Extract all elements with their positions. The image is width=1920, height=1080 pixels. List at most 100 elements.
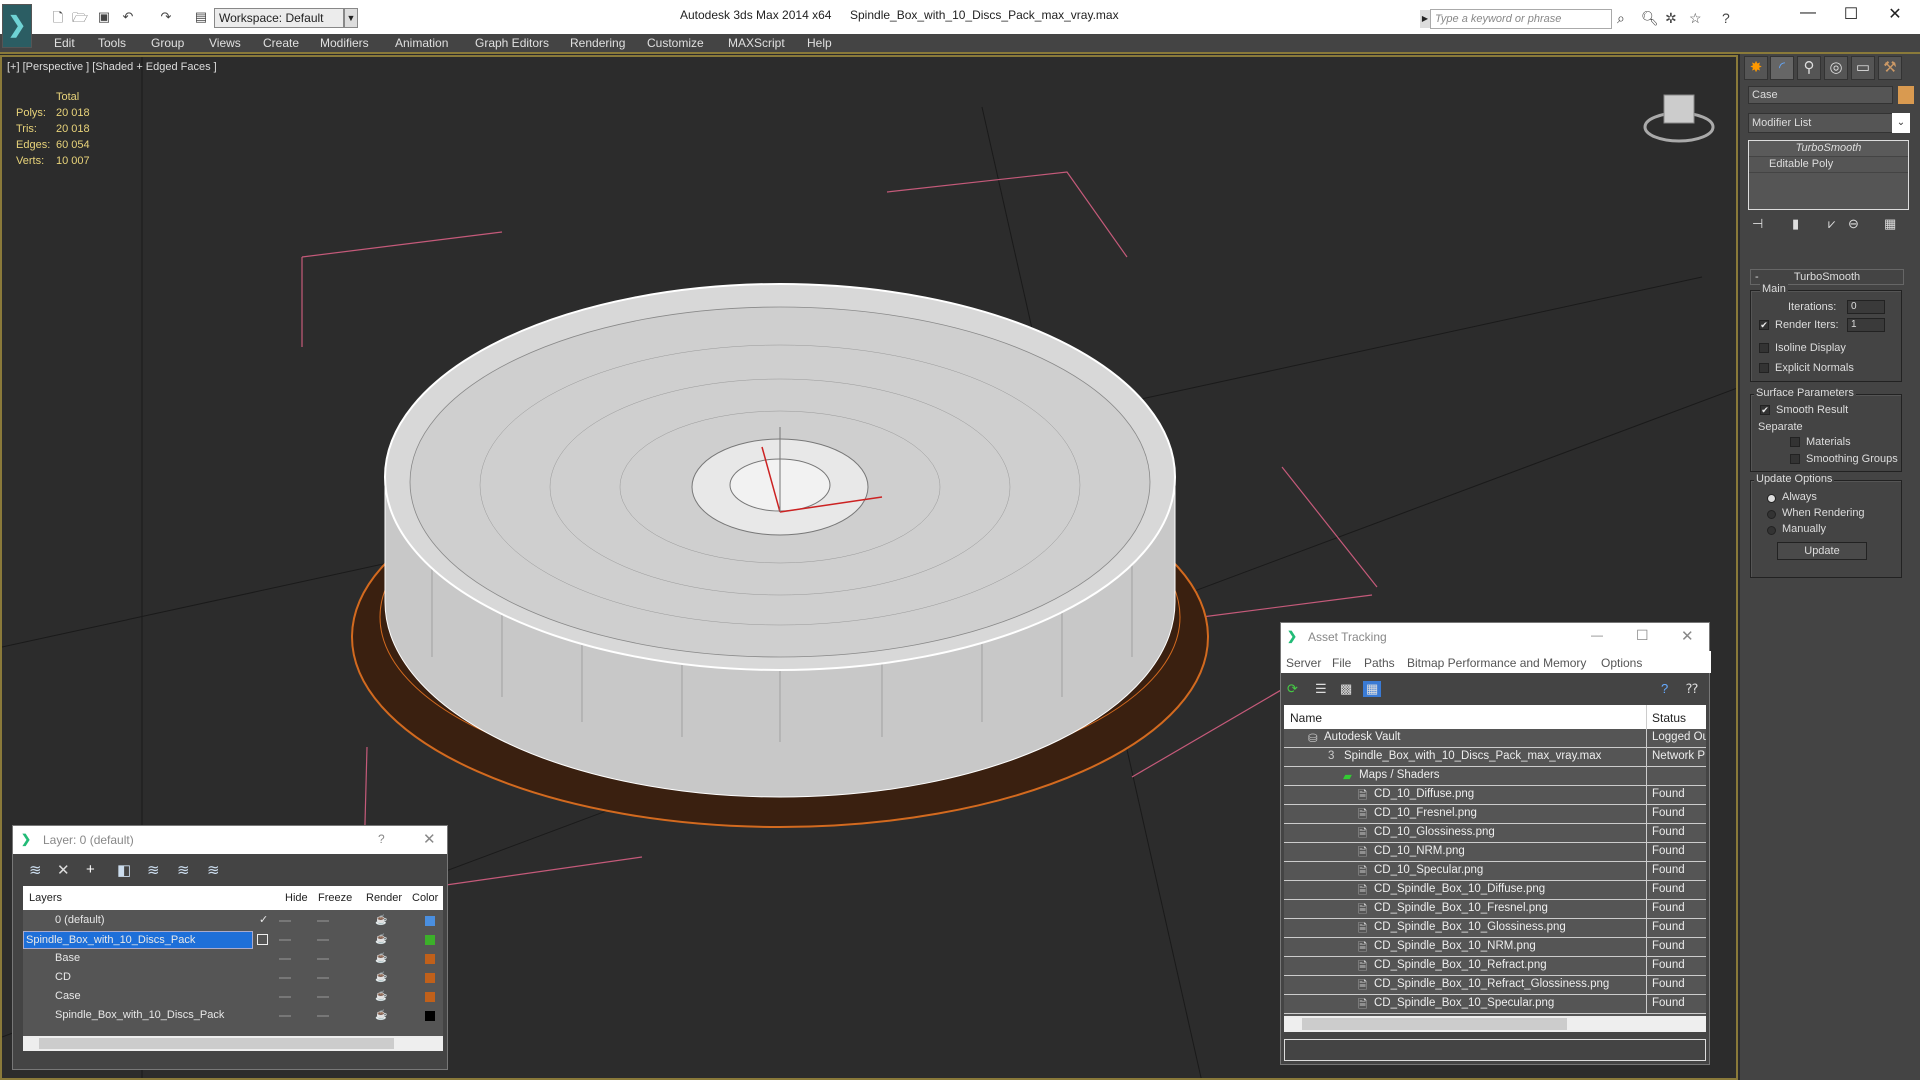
motion-tab-icon[interactable]: ◎	[1824, 56, 1848, 80]
thumbnail-view-icon[interactable]: ▩	[1340, 681, 1352, 697]
workspace-dropdown[interactable]: Workspace: Default	[214, 8, 344, 28]
col-hide[interactable]: Hide	[285, 892, 308, 904]
freeze-toggle[interactable]	[317, 977, 329, 979]
context-help-icon[interactable]: ⁇	[1686, 681, 1698, 697]
render-iters-checkbox[interactable]: ✔	[1759, 320, 1769, 330]
asset-row[interactable]: 🗎 CD_Spindle_Box_10_Refract_Glossiness.pn…	[1284, 976, 1706, 995]
display-tab-icon[interactable]: ▭	[1851, 56, 1875, 80]
freeze-toggle[interactable]	[317, 920, 329, 922]
layer-row[interactable]: CD ☕	[23, 969, 443, 988]
layer-name[interactable]: Spindle_Box_with_10_Discs_Pack	[23, 931, 253, 949]
menu-edit[interactable]: Edit	[54, 36, 75, 50]
hide-toggle[interactable]	[279, 939, 291, 941]
explicit-normals-checkbox[interactable]	[1759, 363, 1769, 373]
search-icon[interactable]: 🔍︎	[1641, 10, 1659, 27]
freeze-toggle[interactable]	[317, 1015, 329, 1017]
stack-item-editable-poly[interactable]: Editable Poly	[1749, 157, 1908, 173]
asset-row[interactable]: 🗎 CD_10_NRM.png Found	[1284, 843, 1706, 862]
open-file-icon[interactable]: 🗁	[72, 9, 88, 25]
smoothing-groups-checkbox[interactable]	[1790, 454, 1800, 464]
save-icon[interactable]: ▣	[96, 9, 112, 25]
isoline-checkbox[interactable]	[1759, 343, 1769, 353]
layer-row[interactable]: 0 (default) ☕ ✓	[23, 912, 443, 931]
layer-color-swatch[interactable]	[425, 935, 435, 945]
help-icon[interactable]: ?	[1661, 681, 1668, 696]
render-teapot-icon[interactable]: ☕	[375, 934, 387, 945]
close-button[interactable]: ✕	[1880, 4, 1910, 24]
menu-animation[interactable]: Animation	[395, 36, 448, 50]
utilities-tab-icon[interactable]: ⚒	[1878, 56, 1902, 80]
hide-toggle[interactable]	[279, 958, 291, 960]
menu-create[interactable]: Create	[263, 36, 299, 50]
layer-name[interactable]: 0 (default)	[53, 912, 105, 930]
modifier-list-dropdown[interactable]: Modifier List	[1748, 113, 1893, 133]
asset-row[interactable]: 🗎 CD_10_Glossiness.png Found	[1284, 824, 1706, 843]
layer-row[interactable]: Spindle_Box_with_10_Discs_Pack ☕	[23, 931, 443, 950]
asset-row[interactable]: 🗎 CD_Spindle_Box_10_Diffuse.png Found	[1284, 881, 1706, 900]
hierarchy-tab-icon[interactable]: ⚲	[1797, 56, 1821, 80]
scroll-thumb[interactable]	[1302, 1018, 1567, 1030]
star-icon[interactable]: ☆	[1689, 10, 1702, 27]
asset-row[interactable]: 3 Spindle_Box_with_10_Discs_Pack_max_vray…	[1284, 748, 1706, 767]
col-name[interactable]: Name	[1290, 711, 1322, 725]
create-layer-icon[interactable]: ≋	[29, 861, 42, 879]
freeze-toggle[interactable]	[317, 958, 329, 960]
layer-row[interactable]: Spindle_Box_with_10_Discs_Pack ☕	[23, 1007, 443, 1026]
scroll-thumb[interactable]	[39, 1038, 394, 1049]
remove-modifier-icon[interactable]: ⊖	[1848, 216, 1859, 232]
asset-row[interactable]: 🗎 CD_Spindle_Box_10_Specular.png Found	[1284, 995, 1706, 1014]
maximize-button[interactable]: ☐	[1636, 627, 1649, 644]
menu-rendering[interactable]: Rendering	[570, 36, 625, 50]
render-teapot-icon[interactable]: ☕	[375, 1010, 387, 1021]
layer-dialog-titlebar[interactable]: ❯ Layer: 0 (default) ? ✕	[13, 826, 447, 854]
render-teapot-icon[interactable]: ☕	[375, 915, 387, 926]
help-button[interactable]: ?	[378, 832, 385, 846]
menu-views[interactable]: Views	[209, 36, 241, 50]
menu-group[interactable]: Group	[151, 36, 184, 50]
menu-tools[interactable]: Tools	[98, 36, 126, 50]
horizontal-scrollbar[interactable]	[1284, 1016, 1706, 1032]
object-name-field[interactable]: Case	[1748, 86, 1893, 104]
show-end-result-icon[interactable]: ▮	[1792, 216, 1799, 232]
hide-toggle[interactable]	[279, 996, 291, 998]
freeze-toggle[interactable]	[317, 939, 329, 941]
asset-row[interactable]: 🗎 CD_Spindle_Box_10_Fresnel.png Found	[1284, 900, 1706, 919]
layer-name[interactable]: Base	[53, 950, 80, 968]
viewport-label[interactable]: [+] [Perspective ] [Shaded + Edged Faces…	[7, 61, 217, 73]
layer-color-swatch[interactable]	[425, 973, 435, 983]
when-rendering-radio[interactable]	[1767, 510, 1776, 519]
layer-name[interactable]: CD	[53, 969, 71, 987]
delete-layer-icon[interactable]: ✕	[57, 861, 70, 879]
modify-tab-icon[interactable]: ◜	[1770, 56, 1794, 80]
create-tab-icon[interactable]: ✸	[1744, 56, 1768, 80]
menu-bitmap-performance[interactable]: Bitmap Performance and Memory	[1407, 656, 1586, 670]
asset-row[interactable]: 🗎 CD_Spindle_Box_10_Glossiness.png Found	[1284, 919, 1706, 938]
asset-row[interactable]: ⛁ Autodesk Vault Logged Ou	[1284, 729, 1706, 748]
hide-all-icon[interactable]: ≋	[177, 861, 190, 879]
table-view-icon[interactable]: ▦	[1363, 681, 1382, 697]
help-icon[interactable]: ?	[1722, 10, 1730, 26]
layer-color-swatch[interactable]	[425, 1011, 435, 1021]
asset-row[interactable]: ▰ Maps / Shaders	[1284, 767, 1706, 786]
manually-radio[interactable]	[1767, 526, 1776, 535]
hide-toggle[interactable]	[279, 920, 291, 922]
maximize-button[interactable]: ☐	[1836, 4, 1866, 24]
menu-customize[interactable]: Customize	[647, 36, 704, 50]
layer-color-swatch[interactable]	[425, 992, 435, 1002]
menu-paths[interactable]: Paths	[1364, 656, 1395, 670]
hide-toggle[interactable]	[279, 977, 291, 979]
materials-checkbox[interactable]	[1790, 437, 1800, 447]
list-view-icon[interactable]: ☰	[1315, 681, 1327, 697]
close-button[interactable]: ✕	[1681, 627, 1694, 645]
menu-modifiers[interactable]: Modifiers	[320, 36, 369, 50]
col-status[interactable]: Status	[1652, 711, 1686, 725]
render-teapot-icon[interactable]: ☕	[375, 972, 387, 983]
expand-icon[interactable]: ▶	[1420, 10, 1430, 28]
layer-row[interactable]: Case ☕	[23, 988, 443, 1007]
layer-name[interactable]: Spindle_Box_with_10_Discs_Pack	[53, 1007, 224, 1025]
menu-options[interactable]: Options	[1601, 656, 1642, 670]
asset-row[interactable]: 🗎 CD_10_Fresnel.png Found	[1284, 805, 1706, 824]
search-input[interactable]: Type a keyword or phrase	[1430, 9, 1612, 29]
new-file-icon[interactable]: 🗋	[50, 9, 66, 25]
make-unique-icon[interactable]: ⩗	[1828, 216, 1835, 232]
